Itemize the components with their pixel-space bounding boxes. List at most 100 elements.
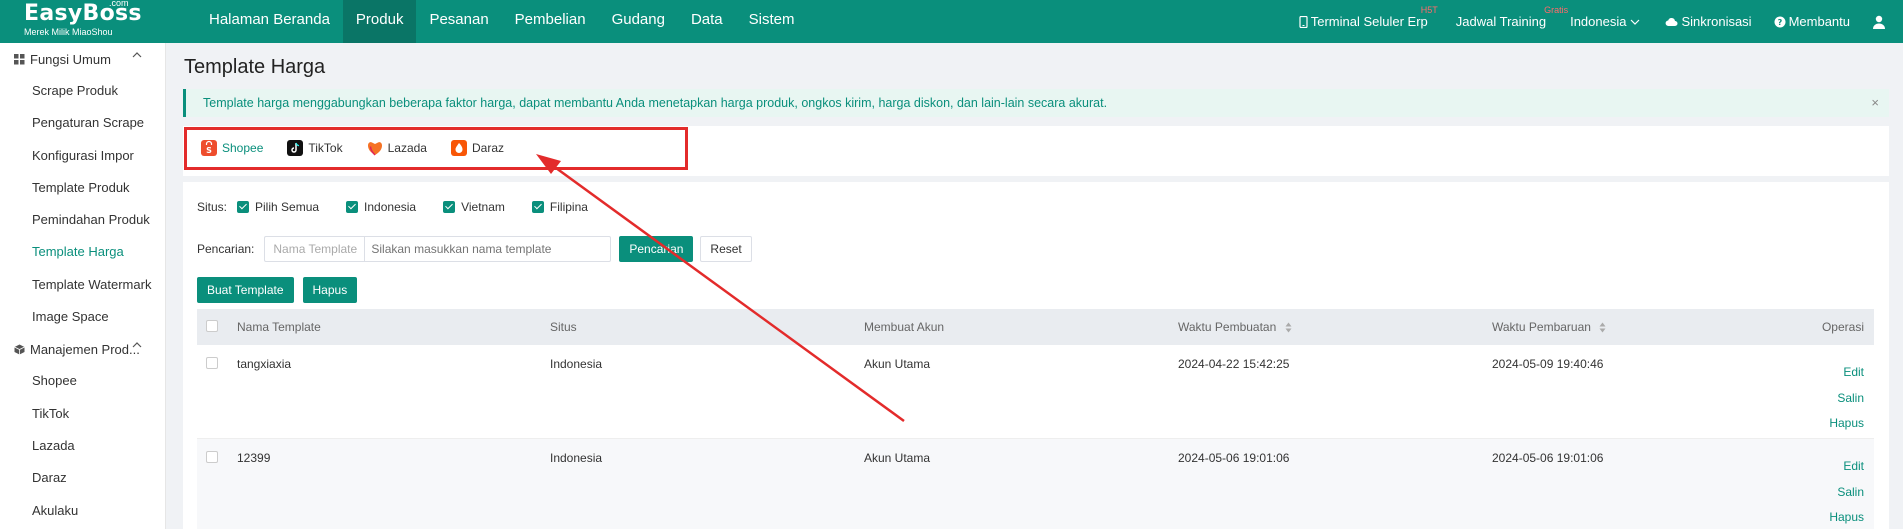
template-table: Nama Template Situs Membuat Akun Waktu P… bbox=[197, 309, 1874, 529]
terminal-link[interactable]: Terminal Seluler Erp H5T bbox=[1299, 5, 1438, 29]
search-row: Pencarian: Nama Template Pencarian Reset bbox=[197, 236, 752, 262]
sidebar-item-tiktok[interactable]: TikTok bbox=[0, 398, 165, 430]
sidebar-item-shopee[interactable]: Shopee bbox=[0, 365, 165, 397]
delete-link[interactable]: Hapus bbox=[1829, 411, 1864, 437]
checkbox-label: Vietnam bbox=[461, 200, 505, 214]
training-link[interactable]: Jadwal Training Gratis bbox=[1456, 5, 1568, 29]
cell-account: Akun Utama bbox=[864, 357, 931, 371]
main-content: Template Harga Template harga menggabung… bbox=[166, 43, 1903, 529]
create-template-button[interactable]: Buat Template bbox=[197, 277, 294, 303]
column-header-label: Waktu Pembaruan bbox=[1492, 320, 1591, 334]
nav-sistem[interactable]: Sistem bbox=[736, 0, 808, 43]
reset-button[interactable]: Reset bbox=[700, 236, 752, 262]
checkbox-label: Indonesia bbox=[364, 200, 417, 214]
sidebar-item-template-watermark[interactable]: Template Watermark bbox=[0, 269, 165, 301]
copy-link[interactable]: Salin bbox=[1837, 480, 1864, 506]
column-header: Situs bbox=[550, 320, 577, 334]
nav-gudang[interactable]: Gudang bbox=[599, 0, 678, 43]
info-alert: Template harga menggabungkan beberapa fa… bbox=[183, 89, 1889, 117]
cloud-icon bbox=[1666, 17, 1678, 26]
row-checkbox-cell bbox=[197, 345, 237, 372]
checkbox-indonesia[interactable]: Indonesia bbox=[346, 200, 416, 214]
cell-updated: 2024-05-06 19:01:06 bbox=[1492, 451, 1604, 465]
sidebar: Fungsi Umum Scrape Produk Pengaturan Scr… bbox=[0, 43, 166, 529]
column-header: Nama Template bbox=[237, 320, 321, 334]
row-checkbox[interactable] bbox=[206, 357, 218, 369]
user-icon bbox=[1873, 15, 1885, 29]
checkbox-select-all[interactable]: Pilih Semua bbox=[237, 200, 319, 214]
search-button[interactable]: Pencarian bbox=[619, 236, 694, 262]
checkbox-checked-icon bbox=[346, 201, 359, 213]
sidebar-item-template-produk[interactable]: Template Produk bbox=[0, 172, 165, 204]
language-select[interactable]: Indonesia bbox=[1570, 14, 1643, 29]
delete-button[interactable]: Hapus bbox=[302, 277, 358, 303]
header-right: Terminal Seluler Erp H5T Jadwal Training… bbox=[1299, 0, 1903, 43]
select-all-checkbox[interactable] bbox=[206, 319, 218, 332]
cell-updated: 2024-05-09 19:40:46 bbox=[1492, 357, 1604, 371]
top-nav-bar: EasyBoss .com Merek Milik MiaoShou Halam… bbox=[0, 0, 1903, 43]
chevron-up-icon bbox=[132, 342, 142, 348]
copy-link[interactable]: Salin bbox=[1837, 386, 1864, 412]
sync-label: Sinkronisasi bbox=[1681, 14, 1752, 29]
edit-link[interactable]: Edit bbox=[1843, 360, 1864, 386]
user-avatar[interactable] bbox=[1872, 15, 1889, 29]
checkbox-label: Filipina bbox=[549, 200, 588, 214]
brand-suffix: .com bbox=[109, 0, 129, 8]
alert-text: Template harga menggabungkan beberapa fa… bbox=[203, 96, 1108, 110]
checkbox-vietnam[interactable]: Vietnam bbox=[443, 200, 505, 214]
delete-link[interactable]: Hapus bbox=[1829, 505, 1864, 529]
sidebar-item-image-space[interactable]: Image Space bbox=[0, 301, 165, 333]
mobile-icon bbox=[1299, 15, 1308, 28]
sidebar-item-daraz[interactable]: Daraz bbox=[0, 462, 165, 494]
sidebar-item-pemindahan-produk[interactable]: Pemindahan Produk bbox=[0, 204, 165, 236]
page-title: Template Harga bbox=[184, 56, 326, 78]
search-field-select[interactable]: Nama Template bbox=[264, 236, 365, 262]
logo[interactable]: EasyBoss .com Merek Milik MiaoShou bbox=[24, 0, 154, 43]
cell-site: Indonesia bbox=[550, 451, 603, 465]
nav-data[interactable]: Data bbox=[678, 0, 736, 43]
grid-icon bbox=[14, 53, 25, 64]
table-header: Nama Template Situs Membuat Akun Waktu P… bbox=[197, 309, 1874, 345]
cell-operations: Edit Salin Hapus bbox=[1806, 345, 1874, 437]
sidebar-group-fungsi-umum[interactable]: Fungsi Umum bbox=[0, 43, 165, 75]
sidebar-item-pengaturan-scrape[interactable]: Pengaturan Scrape bbox=[0, 107, 165, 139]
select-all-cell bbox=[197, 319, 237, 335]
nav-pembelian[interactable]: Pembelian bbox=[502, 0, 599, 43]
checkbox-label: Pilih Semua bbox=[255, 200, 320, 214]
help-label: Membantu bbox=[1788, 14, 1850, 29]
close-icon[interactable]: × bbox=[1871, 89, 1879, 117]
sync-button[interactable]: Sinkronisasi bbox=[1665, 14, 1752, 29]
sidebar-item-lazada[interactable]: Lazada bbox=[0, 430, 165, 462]
terminal-label: Terminal Seluler Erp bbox=[1310, 14, 1428, 29]
column-header-updated[interactable]: Waktu Pembaruan bbox=[1492, 320, 1806, 334]
column-header-created[interactable]: Waktu Pembuatan bbox=[1178, 320, 1492, 334]
main-nav: Halaman Beranda Produk Pesanan Pembelian… bbox=[196, 0, 807, 43]
checkbox-filipina[interactable]: Filipina bbox=[531, 200, 588, 214]
cell-operations: Edit Salin Hapus bbox=[1806, 439, 1874, 529]
search-label: Pencarian: bbox=[197, 242, 255, 256]
cell-created: 2024-05-06 19:01:06 bbox=[1178, 451, 1290, 465]
sidebar-item-scrape-produk[interactable]: Scrape Produk bbox=[0, 75, 165, 107]
cell-site: Indonesia bbox=[550, 357, 603, 371]
sidebar-group-label: Manajemen Prod... bbox=[30, 341, 140, 357]
nav-home[interactable]: Halaman Beranda bbox=[196, 0, 343, 43]
column-header-label: Waktu Pembuatan bbox=[1178, 320, 1277, 334]
checkbox-checked-icon bbox=[443, 201, 456, 213]
edit-link[interactable]: Edit bbox=[1843, 454, 1864, 480]
chevron-down-icon bbox=[1631, 19, 1640, 25]
help-button[interactable]: ? Membantu bbox=[1774, 14, 1850, 29]
sort-icon bbox=[1599, 322, 1606, 333]
nav-pesanan[interactable]: Pesanan bbox=[416, 0, 501, 43]
sidebar-group-manajemen-produk[interactable]: Manajemen Prod... bbox=[0, 333, 165, 365]
search-input[interactable] bbox=[364, 236, 612, 262]
checkbox-checked-icon bbox=[237, 201, 250, 213]
box-icon bbox=[14, 344, 25, 355]
sidebar-item-akulaku[interactable]: Akulaku bbox=[0, 495, 165, 527]
row-checkbox[interactable] bbox=[206, 451, 218, 463]
sidebar-item-konfigurasi-impor[interactable]: Konfigurasi Impor bbox=[0, 140, 165, 172]
sidebar-item-template-harga[interactable]: Template Harga bbox=[0, 236, 165, 268]
cell-account: Akun Utama bbox=[864, 451, 931, 465]
annotation-highlight-box bbox=[184, 127, 688, 170]
training-badge: Gratis bbox=[1544, 5, 1569, 15]
nav-produk[interactable]: Produk bbox=[342, 0, 417, 43]
